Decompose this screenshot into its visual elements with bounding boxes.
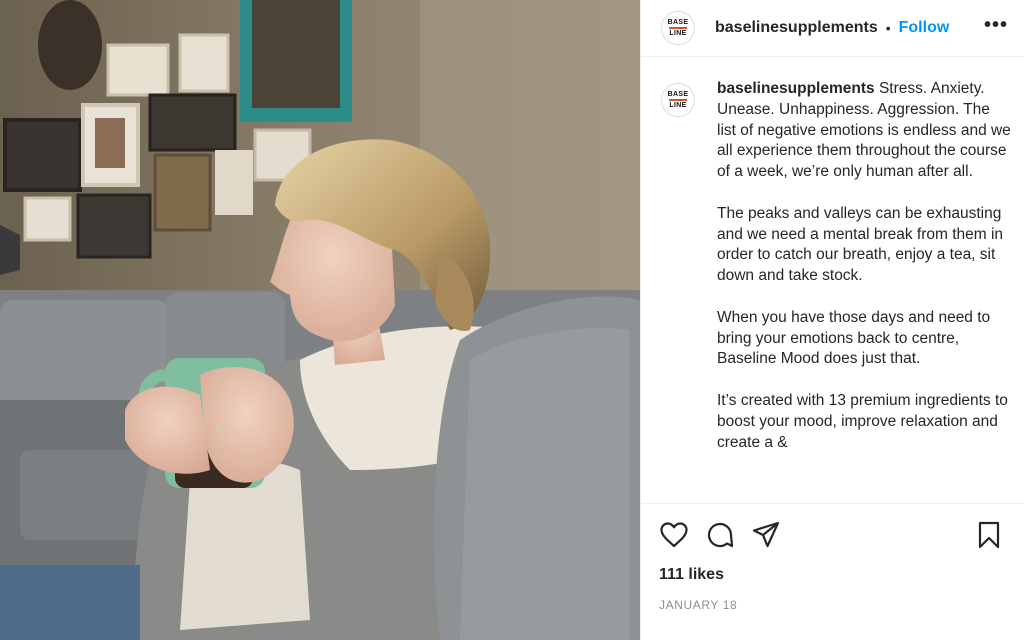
account-avatar[interactable]: BASE LINE [661, 11, 695, 45]
follow-button[interactable]: Follow [899, 19, 950, 37]
more-horizontal-icon[interactable]: ••• [984, 14, 1008, 43]
post-photo[interactable] [0, 0, 640, 640]
caption-row: BASE LINE baselinesupplements Stress. An… [661, 79, 1012, 453]
logo-text-bottom: LINE [669, 30, 687, 37]
logo-text-top: BASE [667, 19, 689, 26]
actions-area: 111 likes JANUARY 18 [641, 503, 1024, 640]
post-header: BASE LINE baselinesupplements • Follow •… [641, 0, 1024, 57]
caption-username[interactable]: baselinesupplements [717, 80, 875, 97]
action-bar [659, 518, 1004, 552]
post-date[interactable]: JANUARY 18 [659, 598, 1004, 612]
caption: baselinesupplements Stress. Anxiety. Une… [717, 79, 1012, 453]
comment-icon[interactable] [705, 520, 735, 550]
comments-section[interactable]: BASE LINE baselinesupplements Stress. An… [641, 57, 1024, 503]
share-icon[interactable] [751, 520, 781, 550]
logo-bar [669, 99, 687, 101]
logo-bar [669, 27, 687, 29]
caption-text: Stress. Anxiety. Unease. Unhappiness. Ag… [717, 80, 1011, 451]
likes-count[interactable]: 111 likes [659, 566, 1004, 584]
logo-text-bottom: LINE [669, 102, 687, 109]
header-separator: • [885, 20, 891, 36]
instagram-post: BASE LINE baselinesupplements • Follow •… [0, 0, 1024, 640]
post-sidebar: BASE LINE baselinesupplements • Follow •… [640, 0, 1024, 640]
header-username[interactable]: baselinesupplements [715, 19, 878, 37]
woman-holding-mug-photo [0, 0, 640, 640]
logo-text-top: BASE [667, 91, 689, 98]
bookmark-icon[interactable] [974, 520, 1004, 550]
heart-icon[interactable] [659, 520, 689, 550]
caption-avatar[interactable]: BASE LINE [661, 83, 695, 117]
